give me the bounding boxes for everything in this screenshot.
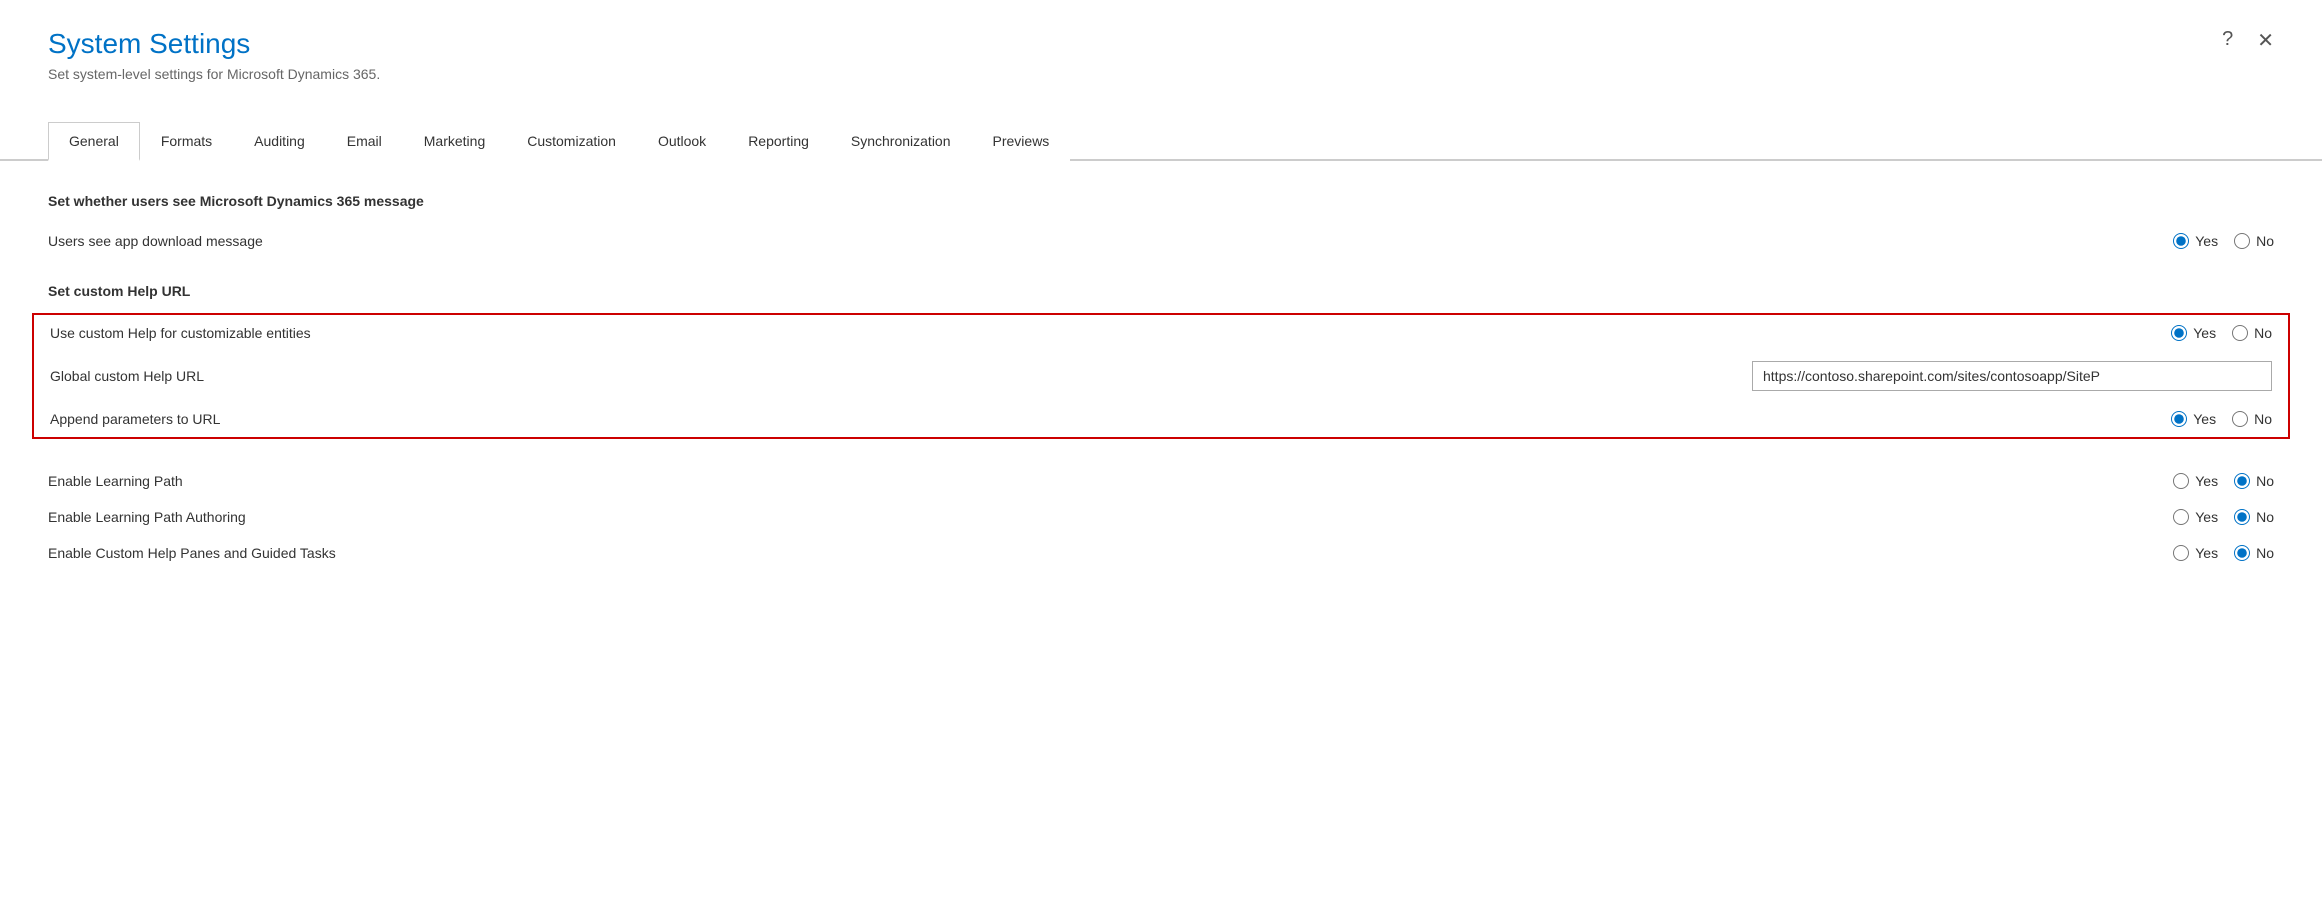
append-params-yes-label: Yes bbox=[2193, 411, 2216, 427]
dialog-subtitle: Set system-level settings for Microsoft … bbox=[48, 66, 2274, 82]
help-icon[interactable]: ? bbox=[2222, 28, 2233, 53]
append-params-yes-radio[interactable] bbox=[2171, 411, 2187, 427]
enable-chp-yes-radio[interactable] bbox=[2173, 545, 2189, 561]
enable-lpa-yes-option[interactable]: Yes bbox=[2173, 509, 2218, 525]
append-params-radio-group: Yes No bbox=[2092, 411, 2272, 427]
append-params-label: Append parameters to URL bbox=[50, 411, 2092, 427]
enable-learning-path-no-radio[interactable] bbox=[2234, 473, 2250, 489]
tab-outlook[interactable]: Outlook bbox=[637, 122, 727, 161]
enable-chp-no-radio[interactable] bbox=[2234, 545, 2250, 561]
tabs-container: General Formats Auditing Email Marketing… bbox=[0, 122, 2322, 161]
app-download-row: Users see app download message Yes No bbox=[48, 223, 2274, 259]
app-download-yes-radio[interactable] bbox=[2173, 233, 2189, 249]
enable-learning-path-authoring-radio-group: Yes No bbox=[2094, 509, 2274, 525]
dynamics-message-title: Set whether users see Microsoft Dynamics… bbox=[48, 193, 2274, 209]
tab-marketing[interactable]: Marketing bbox=[403, 122, 506, 161]
use-custom-help-no-label: No bbox=[2254, 325, 2272, 341]
enable-learning-path-yes-label: Yes bbox=[2195, 473, 2218, 489]
app-download-no-radio[interactable] bbox=[2234, 233, 2250, 249]
learning-section: Enable Learning Path Yes No Enable Learn… bbox=[48, 463, 2274, 571]
use-custom-help-no-radio[interactable] bbox=[2232, 325, 2248, 341]
app-download-no-option[interactable]: No bbox=[2234, 233, 2274, 249]
app-download-no-label: No bbox=[2256, 233, 2274, 249]
enable-lpa-no-option[interactable]: No bbox=[2234, 509, 2274, 525]
enable-chp-yes-label: Yes bbox=[2195, 545, 2218, 561]
enable-learning-path-authoring-row: Enable Learning Path Authoring Yes No bbox=[48, 499, 2274, 535]
app-download-radio-group: Yes No bbox=[2094, 233, 2274, 249]
app-download-yes-label: Yes bbox=[2195, 233, 2218, 249]
global-help-url-input[interactable] bbox=[1752, 361, 2272, 391]
enable-learning-path-label: Enable Learning Path bbox=[48, 473, 2094, 489]
use-custom-help-radio-group: Yes No bbox=[2092, 325, 2272, 341]
append-params-no-option[interactable]: No bbox=[2232, 411, 2272, 427]
enable-learning-path-no-label: No bbox=[2256, 473, 2274, 489]
enable-learning-path-no-option[interactable]: No bbox=[2234, 473, 2274, 489]
custom-help-section: Set custom Help URL Use custom Help for … bbox=[48, 283, 2274, 439]
dialog-title: System Settings bbox=[48, 28, 2274, 60]
global-help-url-input-container bbox=[1752, 361, 2272, 391]
use-custom-help-yes-radio[interactable] bbox=[2171, 325, 2187, 341]
enable-lpa-no-label: No bbox=[2256, 509, 2274, 525]
tab-reporting[interactable]: Reporting bbox=[727, 122, 830, 161]
enable-custom-help-panes-row: Enable Custom Help Panes and Guided Task… bbox=[48, 535, 2274, 571]
tab-synchronization[interactable]: Synchronization bbox=[830, 122, 972, 161]
use-custom-help-no-option[interactable]: No bbox=[2232, 325, 2272, 341]
tab-customization[interactable]: Customization bbox=[506, 122, 637, 161]
dialog-header: System Settings Set system-level setting… bbox=[0, 0, 2322, 98]
close-icon[interactable]: ✕ bbox=[2257, 28, 2274, 53]
custom-help-highlighted-box: Use custom Help for customizable entitie… bbox=[32, 313, 2290, 439]
tab-formats[interactable]: Formats bbox=[140, 122, 233, 161]
tab-general[interactable]: General bbox=[48, 122, 140, 161]
enable-chp-yes-option[interactable]: Yes bbox=[2173, 545, 2218, 561]
use-custom-help-row: Use custom Help for customizable entitie… bbox=[50, 315, 2272, 351]
app-download-yes-option[interactable]: Yes bbox=[2173, 233, 2218, 249]
enable-learning-path-row: Enable Learning Path Yes No bbox=[48, 463, 2274, 499]
enable-lpa-yes-label: Yes bbox=[2195, 509, 2218, 525]
enable-custom-help-panes-label: Enable Custom Help Panes and Guided Task… bbox=[48, 545, 2094, 561]
enable-chp-no-option[interactable]: No bbox=[2234, 545, 2274, 561]
append-params-row: Append parameters to URL Yes No bbox=[50, 401, 2272, 437]
enable-learning-path-radio-group: Yes No bbox=[2094, 473, 2274, 489]
dynamics-message-section: Set whether users see Microsoft Dynamics… bbox=[48, 193, 2274, 259]
global-help-url-label: Global custom Help URL bbox=[50, 368, 1752, 384]
enable-learning-path-yes-option[interactable]: Yes bbox=[2173, 473, 2218, 489]
content-area: Set whether users see Microsoft Dynamics… bbox=[0, 161, 2322, 627]
tab-email[interactable]: Email bbox=[326, 122, 403, 161]
enable-lpa-no-radio[interactable] bbox=[2234, 509, 2250, 525]
enable-custom-help-panes-radio-group: Yes No bbox=[2094, 545, 2274, 561]
enable-chp-no-label: No bbox=[2256, 545, 2274, 561]
use-custom-help-yes-label: Yes bbox=[2193, 325, 2216, 341]
app-download-label: Users see app download message bbox=[48, 233, 2094, 249]
use-custom-help-yes-option[interactable]: Yes bbox=[2171, 325, 2216, 341]
header-icons: ? ✕ bbox=[2222, 28, 2274, 53]
enable-lpa-yes-radio[interactable] bbox=[2173, 509, 2189, 525]
global-help-url-row: Global custom Help URL bbox=[50, 351, 2272, 401]
append-params-no-radio[interactable] bbox=[2232, 411, 2248, 427]
tab-previews[interactable]: Previews bbox=[972, 122, 1071, 161]
tab-auditing[interactable]: Auditing bbox=[233, 122, 326, 161]
enable-learning-path-authoring-label: Enable Learning Path Authoring bbox=[48, 509, 2094, 525]
custom-help-title: Set custom Help URL bbox=[48, 283, 2274, 299]
enable-learning-path-yes-radio[interactable] bbox=[2173, 473, 2189, 489]
append-params-no-label: No bbox=[2254, 411, 2272, 427]
use-custom-help-label: Use custom Help for customizable entitie… bbox=[50, 325, 2092, 341]
append-params-yes-option[interactable]: Yes bbox=[2171, 411, 2216, 427]
dialog-container: System Settings Set system-level setting… bbox=[0, 0, 2322, 917]
